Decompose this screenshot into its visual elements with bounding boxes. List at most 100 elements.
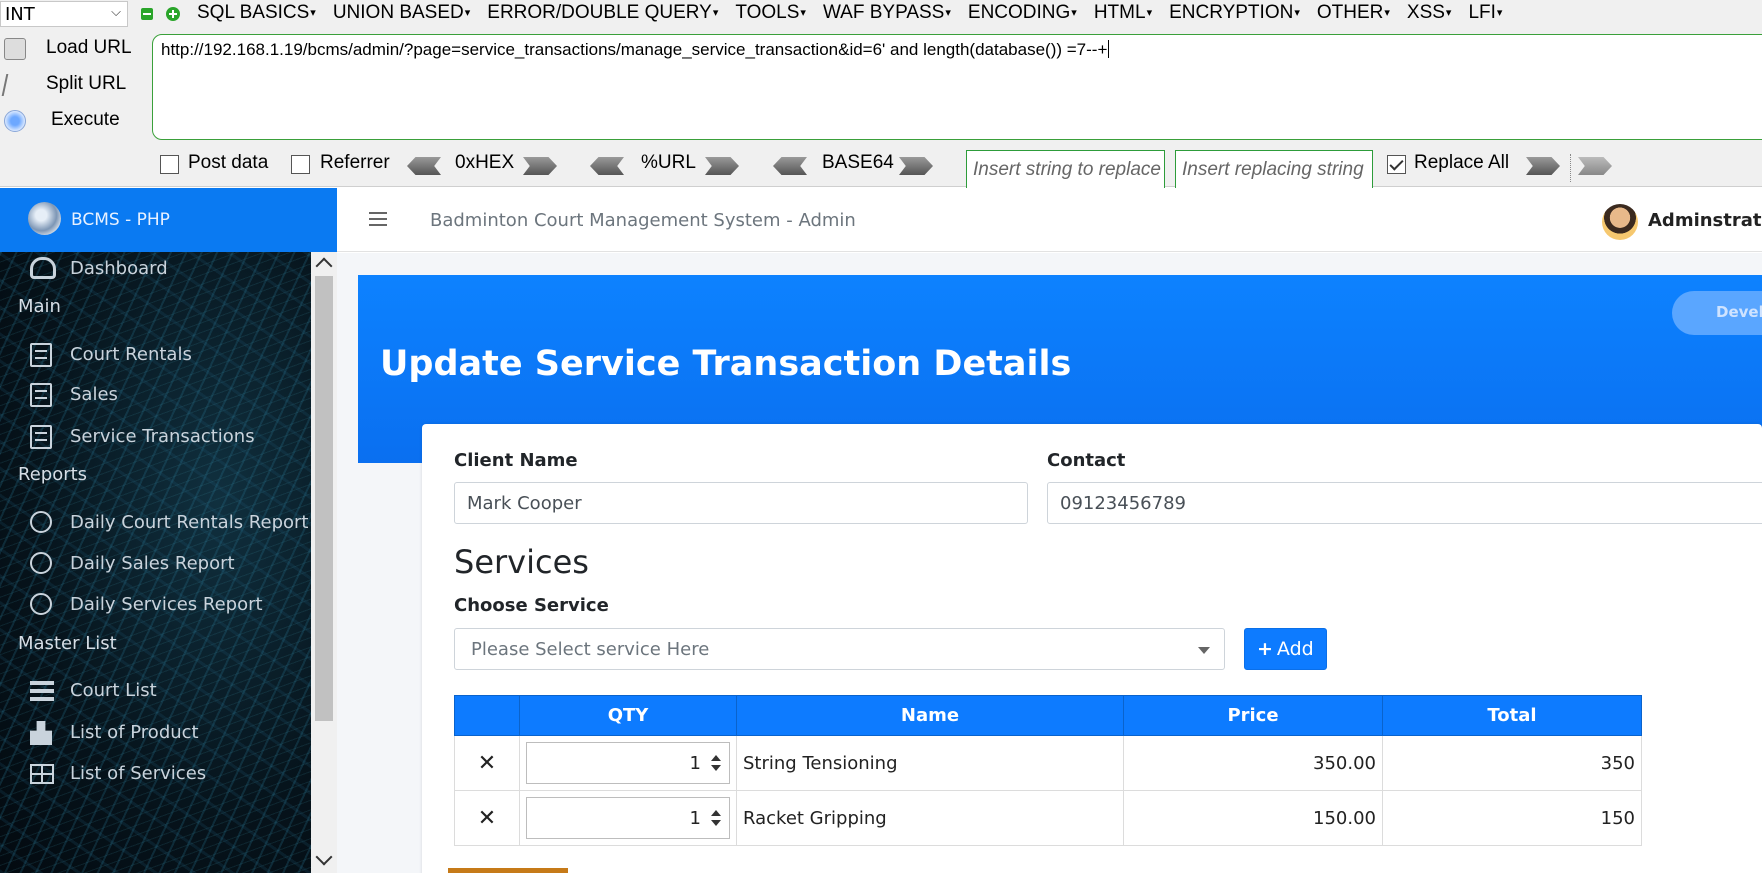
developer-badge-label: Develope <box>1716 303 1762 321</box>
replacing-string-input[interactable]: Insert replacing string <box>1175 150 1373 190</box>
url-encode-arrow-icon[interactable] <box>705 157 739 175</box>
circle-icon <box>30 593 52 615</box>
document-icon <box>30 383 52 407</box>
sidebar-item-daily-court-rentals-report[interactable]: Daily Court Rentals Report <box>0 502 311 542</box>
url-decode-arrow-icon[interactable] <box>590 157 624 175</box>
menu-tools[interactable]: TOOLS <box>735 2 806 24</box>
add-service-button[interactable]: + Add <box>1244 628 1327 670</box>
base64-encode-arrow-icon[interactable] <box>899 157 933 175</box>
app-title: Badminton Court Management System - Admi… <box>430 210 856 231</box>
sidebar-item-label: Daily Services Report <box>70 594 263 615</box>
referrer-checkbox[interactable] <box>291 155 310 174</box>
service-select-placeholder: Please Select service Here <box>471 639 710 660</box>
sidebar-item-court-rentals[interactable]: Court Rentals <box>0 334 311 374</box>
replace-string-input[interactable]: Insert string to replace <box>966 150 1165 190</box>
delete-row-icon[interactable]: ✕ <box>454 790 520 846</box>
delete-row-icon[interactable]: ✕ <box>454 735 520 791</box>
avatar[interactable] <box>1602 204 1638 240</box>
menu-lfi[interactable]: LFI <box>1468 2 1502 24</box>
circle-icon <box>30 552 52 574</box>
menu-other[interactable]: OTHER <box>1317 2 1390 24</box>
base64-decode-arrow-icon[interactable] <box>773 157 807 175</box>
hex-decode-arrow-icon[interactable] <box>407 157 441 175</box>
table-header-qty: QTY <box>519 695 737 736</box>
table-header-name: Name <box>736 695 1124 736</box>
menu-encoding[interactable]: ENCODING <box>968 2 1077 24</box>
plus-icon: + <box>1257 638 1273 660</box>
hex-label: 0xHEX <box>455 152 515 173</box>
total-cell: 350 <box>1382 735 1642 791</box>
post-data-checkbox[interactable] <box>160 155 179 174</box>
menu-union-based[interactable]: UNION BASED <box>333 2 470 24</box>
minus-icon[interactable] <box>141 8 153 20</box>
referrer-label: Referrer <box>320 152 390 173</box>
qty-input[interactable]: 1 <box>526 797 730 839</box>
dashboard-icon <box>30 257 56 279</box>
qty-value: 1 <box>689 808 701 829</box>
base64-label: BASE64 <box>822 152 894 173</box>
sidebar-item-label: Daily Court Rentals Report <box>70 512 309 533</box>
menu-toggle-icon[interactable] <box>369 212 387 226</box>
load-url-icon <box>4 38 26 60</box>
spinner-icon[interactable] <box>709 755 723 773</box>
admin-user-name[interactable]: Adminstrato <box>1648 210 1762 231</box>
menu-waf-bypass[interactable]: WAF BYPASS <box>823 2 951 24</box>
document-icon <box>30 343 52 367</box>
qty-input[interactable]: 1 <box>526 742 730 784</box>
sidebar-item-list-of-services[interactable]: List of Services <box>0 753 311 793</box>
sidebar-item-daily-services-report[interactable]: Daily Services Report <box>0 584 311 624</box>
execute-button[interactable]: Execute <box>0 104 150 136</box>
menu-html[interactable]: HTML <box>1094 2 1152 24</box>
sidebar-item-label: Daily Sales Report <box>70 553 235 574</box>
service-select[interactable]: Please Select service Here <box>454 628 1225 670</box>
url-textarea[interactable]: http://192.168.1.19/bcms/admin/?page=ser… <box>152 34 1762 140</box>
hex-encode-arrow-icon[interactable] <box>523 157 557 175</box>
options-divider <box>1570 154 1571 182</box>
taskbar-indicator <box>448 868 568 873</box>
sidebar-scrollbar[interactable] <box>311 252 337 873</box>
menu-encryption[interactable]: ENCRYPTION <box>1169 2 1300 24</box>
sidebar-item-service-transactions[interactable]: Service Transactions <box>0 416 311 456</box>
plus-icon[interactable] <box>166 7 180 21</box>
client-name-field[interactable]: Mark Cooper <box>454 482 1028 524</box>
sidebar-item-list-of-product[interactable]: List of Product <box>0 712 311 752</box>
table-header-action <box>454 695 520 736</box>
scissors-icon <box>1 74 29 96</box>
menu-sql-basics[interactable]: SQL BASICS <box>197 2 316 24</box>
sidebar-item-label: List of Product <box>70 722 199 743</box>
sidebar-item-dashboard[interactable]: Dashboard <box>0 248 311 288</box>
sidebar-heading-main: Main <box>18 296 61 317</box>
caret-down-icon <box>1198 647 1210 654</box>
qty-cell: 1 <box>519 735 737 791</box>
contact-field[interactable]: 09123456789 <box>1047 482 1762 524</box>
sidebar-item-label: Service Transactions <box>70 426 255 447</box>
scroll-down-icon[interactable] <box>315 848 333 866</box>
replace-reverse-arrow-icon[interactable] <box>1578 157 1612 175</box>
sidebar-item-label: Sales <box>70 384 118 405</box>
brand-logo <box>28 202 61 235</box>
replace-all-checkbox[interactable] <box>1387 155 1406 174</box>
qty-value: 1 <box>689 753 701 774</box>
hackbar-menubar: INT ⌵ SQL BASICS UNION BASED ERROR/DOUBL… <box>0 0 1762 28</box>
spinner-icon[interactable] <box>709 810 723 828</box>
brand-bar[interactable]: BCMS - PHP <box>0 188 337 252</box>
developer-badge[interactable]: Develope <box>1672 291 1762 335</box>
choose-service-label: Choose Service <box>454 595 609 616</box>
sidebar-background: Dashboard Main Court Rentals Sales Servi… <box>0 252 311 873</box>
sidebar-item-court-list[interactable]: Court List <box>0 670 311 710</box>
sidebar-item-sales[interactable]: Sales <box>0 374 311 414</box>
scroll-up-icon[interactable] <box>315 257 333 275</box>
replace-arrow-icon[interactable] <box>1526 157 1560 175</box>
load-url-button[interactable]: Load URL <box>0 32 150 64</box>
menu-error-double-query[interactable]: ERROR/DOUBLE QUERY <box>487 2 718 24</box>
boxes-icon <box>30 721 52 745</box>
replace-all-label: Replace All <box>1414 152 1510 173</box>
menu-xss[interactable]: XSS <box>1407 2 1452 24</box>
scrollbar-thumb[interactable] <box>315 276 333 721</box>
split-url-button[interactable]: Split URL <box>0 68 150 100</box>
brand-name: BCMS - PHP <box>71 210 170 230</box>
circle-icon <box>30 511 52 533</box>
sidebar-heading-reports: Reports <box>18 464 88 485</box>
sidebar-item-daily-sales-report[interactable]: Daily Sales Report <box>0 543 311 583</box>
type-select[interactable]: INT ⌵ <box>0 1 128 27</box>
